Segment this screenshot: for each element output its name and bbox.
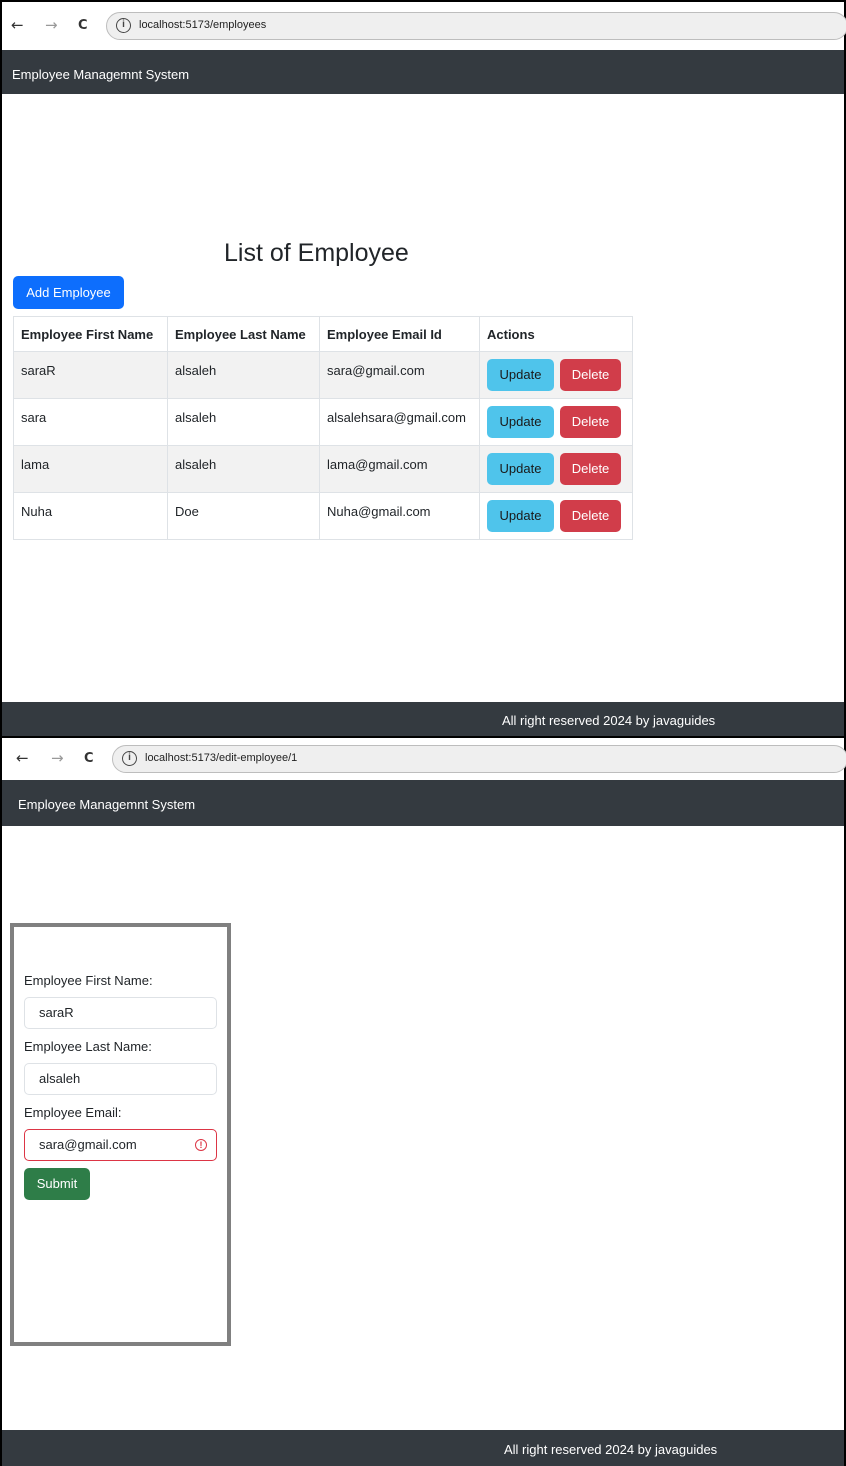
submit-button[interactable]: Submit <box>24 1168 90 1200</box>
last-name-label: Employee Last Name: <box>24 1039 152 1054</box>
app-footer: All right reserved 2024 by javaguides <box>2 1430 844 1466</box>
email-value: sara@gmail.com <box>39 1137 137 1152</box>
delete-button[interactable]: Delete <box>560 406 621 438</box>
cell-actions: Update Delete <box>479 351 633 399</box>
cell-actions: Update Delete <box>479 445 633 493</box>
back-arrow-icon[interactable]: ← <box>11 16 24 34</box>
table-row: saraR alsaleh sara@gmail.com Update Delet… <box>13 351 633 399</box>
update-button[interactable]: Update <box>487 359 554 391</box>
employee-list-screenshot: ← → C i localhost:5173/employees Employe… <box>0 0 846 738</box>
footer-text: All right reserved 2024 by javaguides <box>502 713 716 728</box>
table-header-row: Employee First Name Employee Last Name E… <box>13 316 633 352</box>
column-header: Employee Email Id <box>319 316 480 352</box>
url-text: localhost:5173/employees <box>139 19 267 31</box>
reload-icon[interactable]: C <box>78 18 88 33</box>
cell-first-name: Nuha <box>13 492 168 540</box>
update-button[interactable]: Update <box>487 500 554 532</box>
cell-email: lama@gmail.com <box>319 445 480 493</box>
cell-last-name: alsaleh <box>167 351 320 399</box>
footer-text: All right reserved 2024 by javaguides <box>504 1442 718 1457</box>
cell-first-name: lama <box>13 445 168 493</box>
app-navbar: Employee Managemnt System <box>2 50 844 94</box>
email-input[interactable]: sara@gmail.com ! <box>24 1129 217 1161</box>
edit-employee-form: Employee First Name: saraR Employee Last… <box>10 923 231 1346</box>
cell-last-name: Doe <box>167 492 320 540</box>
cell-last-name: alsaleh <box>167 445 320 493</box>
delete-button[interactable]: Delete <box>560 359 621 391</box>
site-info-icon[interactable]: i <box>122 751 137 766</box>
edit-employee-screenshot: ← → C i localhost:5173/edit-employee/1 E… <box>0 738 846 1466</box>
employee-table: Employee First Name Employee Last Name E… <box>13 316 633 540</box>
site-info-icon[interactable]: i <box>116 18 131 33</box>
add-employee-button[interactable]: Add Employee <box>13 276 124 309</box>
cell-email: Nuha@gmail.com <box>319 492 480 540</box>
column-header: Employee Last Name <box>167 316 320 352</box>
cell-actions: Update Delete <box>479 492 633 540</box>
browser-toolbar: ← → C i localhost:5173/employees <box>2 6 846 46</box>
table-row: sara alsaleh alsalehsara@gmail.com Updat… <box>13 398 633 446</box>
column-header: Actions <box>479 316 633 352</box>
delete-button[interactable]: Delete <box>560 453 621 485</box>
navbar-brand[interactable]: Employee Managemnt System <box>12 67 189 82</box>
address-bar[interactable]: i localhost:5173/employees <box>106 12 846 40</box>
update-button[interactable]: Update <box>487 453 554 485</box>
first-name-label: Employee First Name: <box>24 973 153 988</box>
first-name-input[interactable]: saraR <box>24 997 217 1029</box>
cell-first-name: sara <box>13 398 168 446</box>
email-label: Employee Email: <box>24 1105 122 1120</box>
cell-last-name: alsaleh <box>167 398 320 446</box>
last-name-input[interactable]: alsaleh <box>24 1063 217 1095</box>
invalid-warning-icon: ! <box>195 1139 207 1151</box>
column-header: Employee First Name <box>13 316 168 352</box>
back-arrow-icon[interactable]: ← <box>16 749 29 767</box>
address-bar[interactable]: i localhost:5173/edit-employee/1 <box>112 745 846 773</box>
table-row: Nuha Doe Nuha@gmail.com Update Delete <box>13 492 633 540</box>
forward-arrow-icon[interactable]: → <box>45 16 58 34</box>
delete-button[interactable]: Delete <box>560 500 621 532</box>
cell-actions: Update Delete <box>479 398 633 446</box>
reload-icon[interactable]: C <box>84 751 94 766</box>
page-title: List of Employee <box>224 239 409 267</box>
url-text: localhost:5173/edit-employee/1 <box>145 752 298 764</box>
cell-first-name: saraR <box>13 351 168 399</box>
update-button[interactable]: Update <box>487 406 554 438</box>
forward-arrow-icon[interactable]: → <box>51 749 64 767</box>
cell-email: alsalehsara@gmail.com <box>319 398 480 446</box>
app-footer: All right reserved 2024 by javaguides <box>2 702 844 736</box>
browser-toolbar: ← → C i localhost:5173/edit-employee/1 <box>2 739 846 779</box>
cell-email: sara@gmail.com <box>319 351 480 399</box>
table-row: lama alsaleh lama@gmail.com Update Delete <box>13 445 633 493</box>
navbar-brand[interactable]: Employee Managemnt System <box>18 797 195 812</box>
app-navbar: Employee Managemnt System <box>2 780 844 826</box>
